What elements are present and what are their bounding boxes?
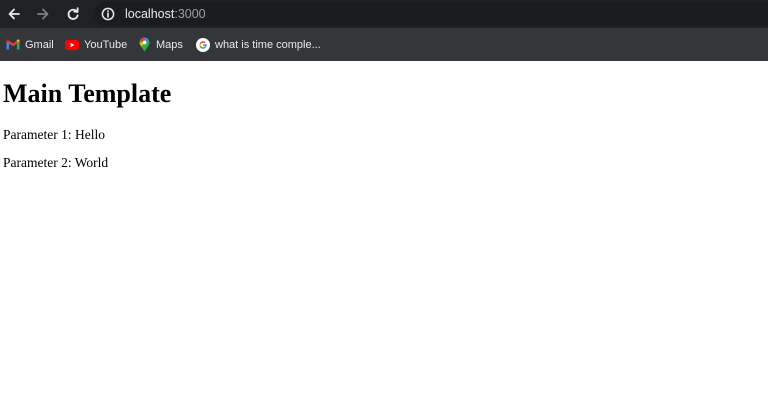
maps-icon (137, 37, 151, 52)
page-title: Main Template (3, 79, 172, 108)
url-text: localhost:3000 (125, 6, 206, 22)
google-icon (196, 37, 210, 52)
bookmark-youtube[interactable]: YouTube (65, 36, 127, 53)
bookmark-maps[interactable]: Maps (137, 36, 183, 53)
bookmark-label: what is time comple... (215, 38, 321, 51)
reload-icon (67, 7, 79, 20)
url-host: localhost (125, 7, 175, 21)
info-icon (101, 7, 115, 21)
forward-button[interactable] (33, 4, 53, 24)
bookmark-gmail[interactable]: Gmail (6, 36, 54, 53)
forward-arrow-icon (37, 8, 49, 20)
back-button[interactable] (4, 4, 24, 24)
youtube-icon (65, 38, 79, 52)
url-port: :3000 (174, 7, 206, 21)
site-info-button[interactable] (100, 6, 116, 22)
browser-toolbar: localhost:3000 (0, 0, 768, 28)
back-arrow-icon (8, 8, 20, 20)
reload-button[interactable] (63, 4, 83, 24)
parameter-1-text: Parameter 1: Hello (3, 127, 105, 142)
address-bar[interactable]: localhost:3000 (94, 2, 768, 26)
gmail-icon (6, 38, 20, 52)
bookmark-label: YouTube (84, 38, 128, 51)
parameter-2-text: Parameter 2: World (3, 155, 109, 170)
bookmarks-bar: Gmail YouTube Maps what is time comple..… (0, 28, 768, 61)
bookmark-label: Gmail (25, 38, 54, 51)
bookmark-google-search[interactable]: what is time comple... (196, 36, 321, 53)
page-content: Main Template Parameter 1: Hello Paramet… (0, 61, 768, 419)
bookmark-label: Maps (156, 38, 183, 51)
